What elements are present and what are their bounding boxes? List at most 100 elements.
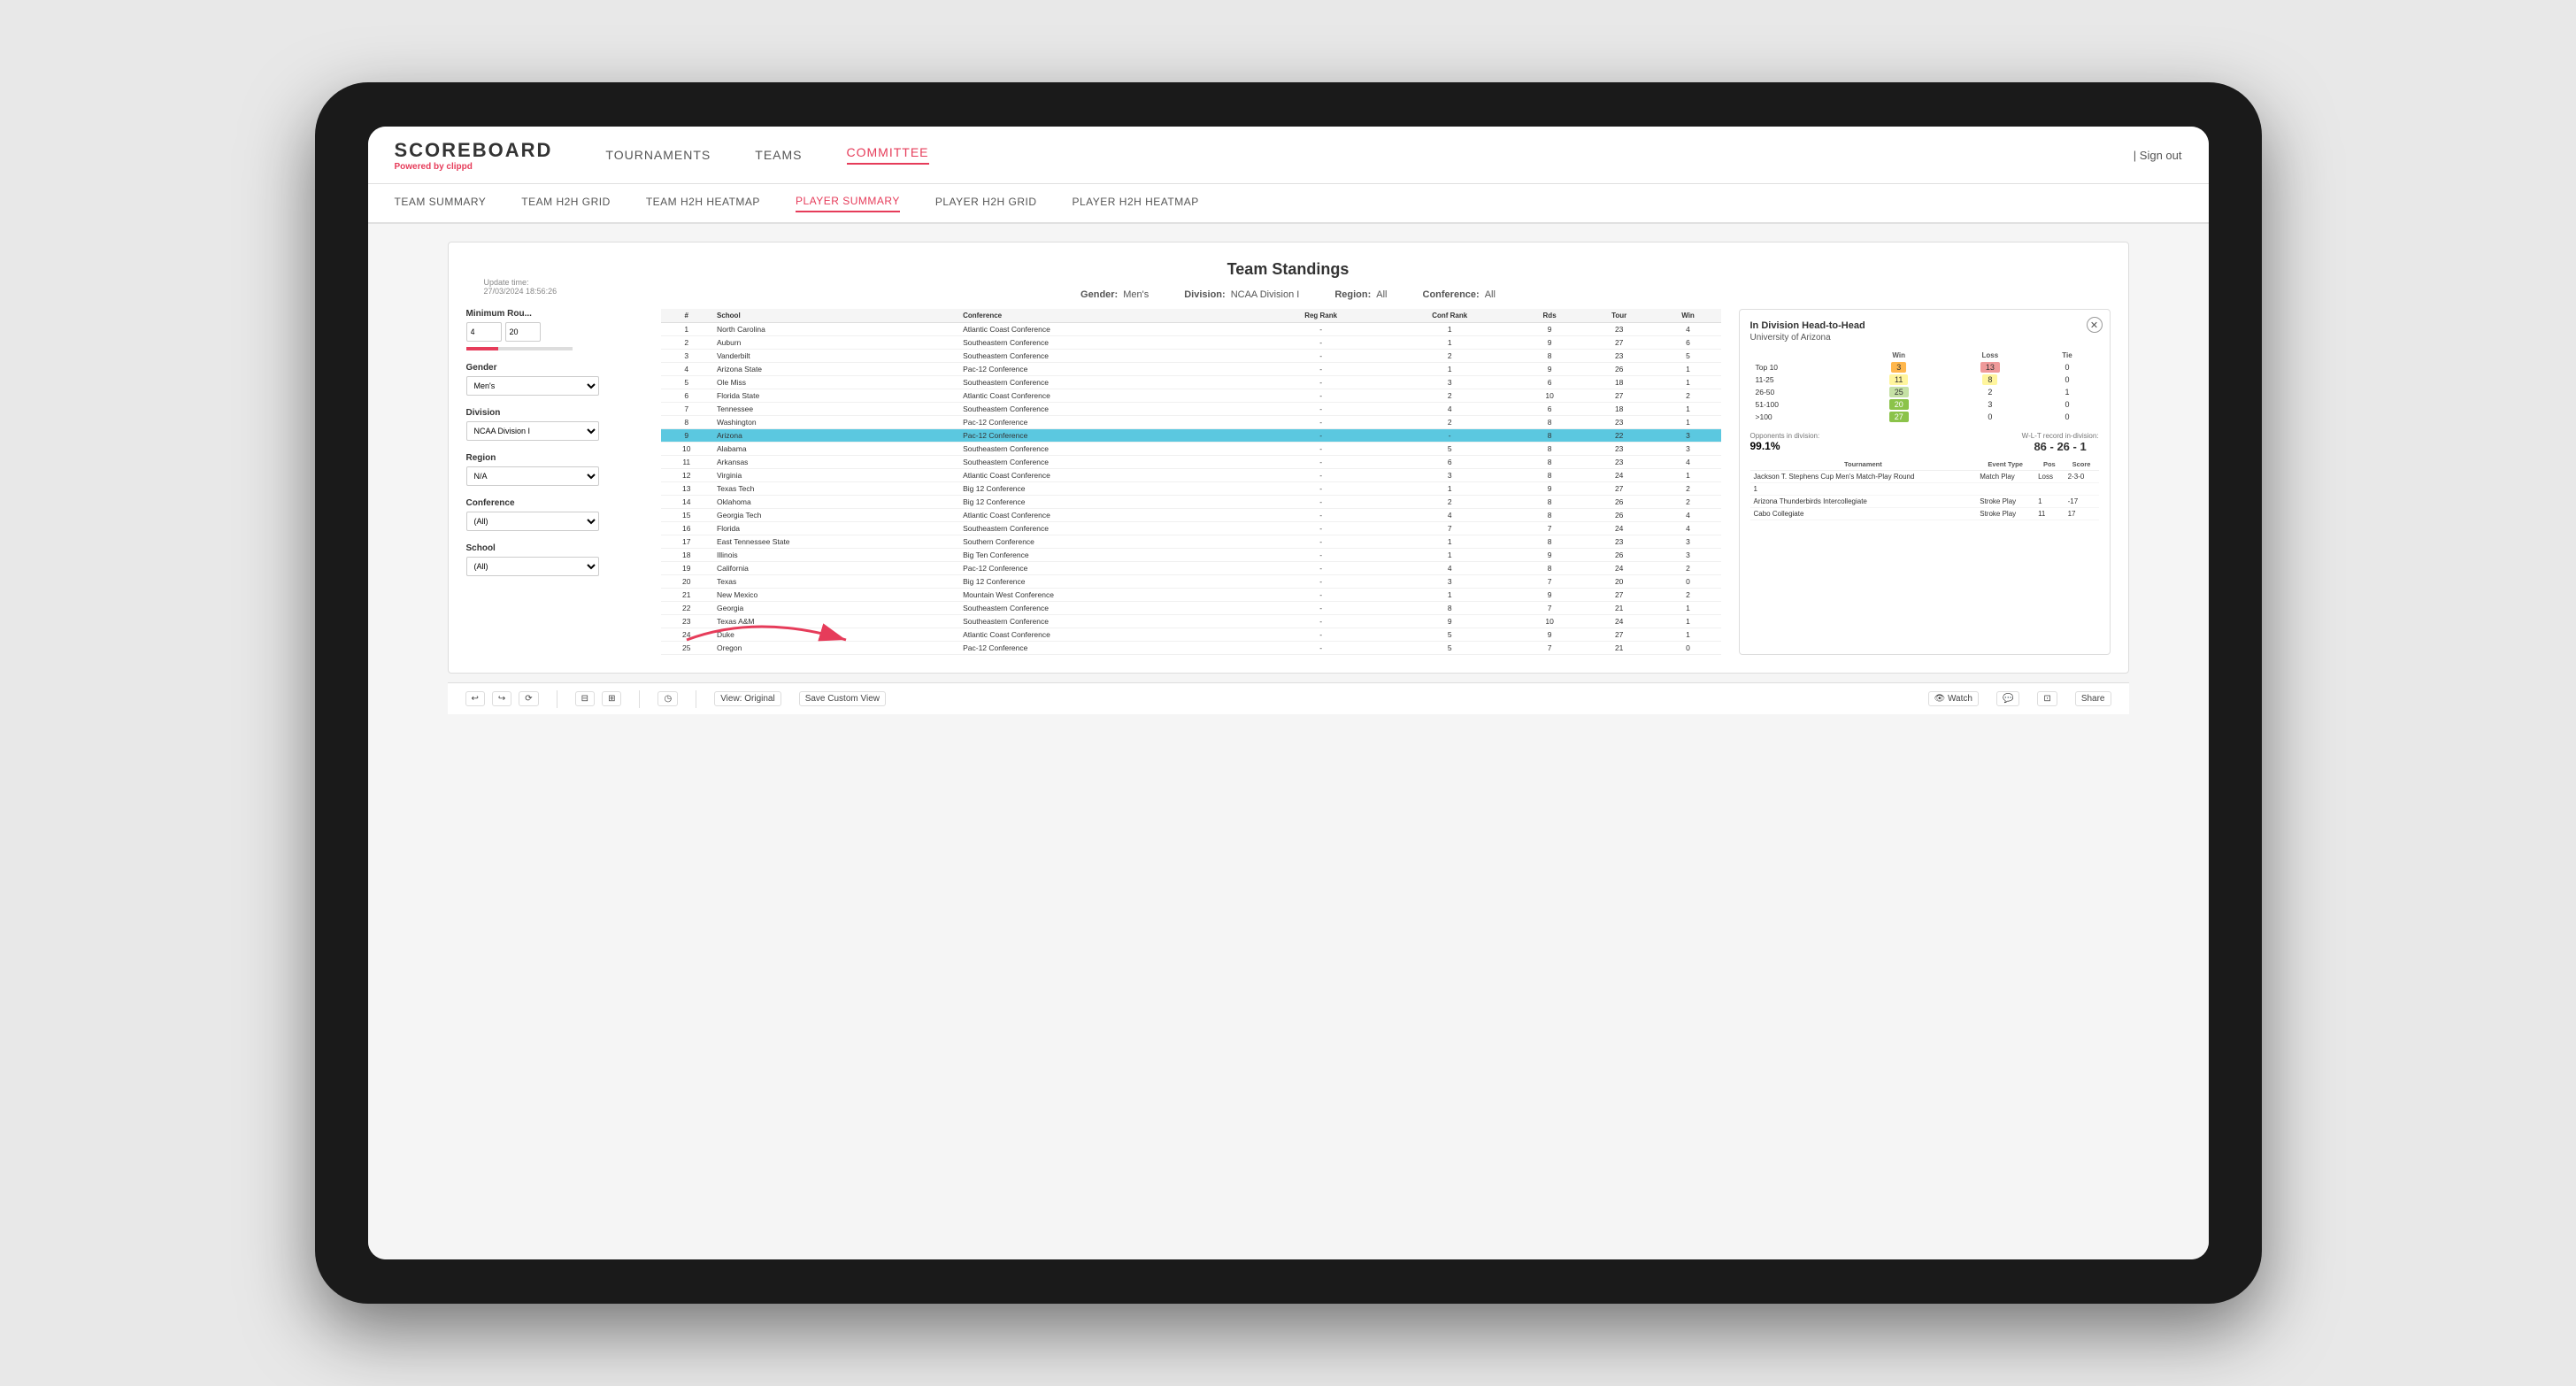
min-rounds-input-group: [466, 322, 643, 342]
min-rounds-input[interactable]: [466, 322, 502, 342]
table-row[interactable]: 2 Auburn Southeastern Conference - 1 9 2…: [661, 336, 1721, 350]
table-row[interactable]: 19 California Pac-12 Conference - 4 8 24…: [661, 562, 1721, 575]
cell-conf-rank: 2: [1383, 350, 1516, 363]
toolbar-share[interactable]: Share: [2075, 691, 2111, 706]
tournament-name: Jackson T. Stephens Cup Men's Match-Play…: [1750, 471, 1977, 483]
sub-nav: TEAM SUMMARY TEAM H2H GRID TEAM H2H HEAT…: [368, 184, 2209, 224]
table-row[interactable]: 7 Tennessee Southeastern Conference - 4 …: [661, 403, 1721, 416]
tournament-row: Cabo Collegiate Stroke Play 11 17: [1750, 508, 2099, 520]
h2h-tie-cell: 0: [2035, 398, 2098, 411]
subnav-team-h2h-heatmap[interactable]: TEAM H2H HEATMAP: [646, 196, 760, 212]
table-row[interactable]: 22 Georgia Southeastern Conference - 8 7…: [661, 602, 1721, 615]
cell-conference: Southeastern Conference: [958, 456, 1258, 469]
table-row[interactable]: 15 Georgia Tech Atlantic Coast Conferenc…: [661, 509, 1721, 522]
table-row[interactable]: 20 Texas Big 12 Conference - 3 7 20 0: [661, 575, 1721, 589]
region-filter: Region: All: [1334, 289, 1387, 300]
tournament-name: Cabo Collegiate: [1750, 508, 1977, 520]
toolbar-watch[interactable]: 👁 Watch: [1928, 691, 1979, 706]
nav-tournaments[interactable]: TOURNAMENTS: [605, 148, 711, 162]
subnav-team-summary[interactable]: TEAM SUMMARY: [395, 196, 487, 212]
table-row[interactable]: 3 Vanderbilt Southeastern Conference - 2…: [661, 350, 1721, 363]
table-row[interactable]: 8 Washington Pac-12 Conference - 2 8 23 …: [661, 416, 1721, 429]
h2h-win-cell: 20: [1853, 398, 1944, 411]
table-row[interactable]: 4 Arizona State Pac-12 Conference - 1 9 …: [661, 363, 1721, 376]
col-reg-rank: Reg Rank: [1258, 309, 1383, 323]
h2h-close-button[interactable]: ✕: [2087, 317, 2103, 333]
tournament-name: 1: [1750, 483, 1977, 496]
toolbar-redo[interactable]: ↪: [492, 691, 511, 706]
subnav-player-summary[interactable]: PLAYER SUMMARY: [796, 195, 900, 212]
cell-school: Duke: [712, 628, 958, 642]
table-row[interactable]: 21 New Mexico Mountain West Conference -…: [661, 589, 1721, 602]
cell-num: 14: [661, 496, 713, 509]
cell-num: 7: [661, 403, 713, 416]
school-select[interactable]: (All): [466, 557, 599, 576]
subnav-player-h2h-grid[interactable]: PLAYER H2H GRID: [935, 196, 1037, 212]
toolbar-refresh[interactable]: ⟳: [519, 691, 538, 706]
table-row[interactable]: 10 Alabama Southeastern Conference - 5 8…: [661, 443, 1721, 456]
cell-conference: Southeastern Conference: [958, 615, 1258, 628]
cell-rds: 8: [1516, 456, 1583, 469]
toolbar-save-custom[interactable]: Save Custom View: [799, 691, 886, 706]
cell-num: 22: [661, 602, 713, 615]
col-event-type: Event Type: [1976, 458, 2034, 471]
table-row[interactable]: 17 East Tennessee State Southern Confere…: [661, 535, 1721, 549]
table-row[interactable]: 9 Arizona Pac-12 Conference - - 8 22 3: [661, 429, 1721, 443]
sign-out-button[interactable]: | Sign out: [2134, 149, 2182, 162]
cell-rds: 8: [1516, 443, 1583, 456]
toolbar-zoom-out[interactable]: ⊟: [575, 691, 595, 706]
table-row[interactable]: 24 Duke Atlantic Coast Conference - 5 9 …: [661, 628, 1721, 642]
cell-rds: 9: [1516, 323, 1583, 336]
h2h-tie-cell: 1: [2035, 386, 2098, 398]
subnav-team-h2h-grid[interactable]: TEAM H2H GRID: [521, 196, 611, 212]
cell-reg-rank: -: [1258, 416, 1383, 429]
update-time: Update time: 27/03/2024 18:56:26: [484, 278, 557, 296]
conference-select[interactable]: (All): [466, 512, 599, 531]
cell-conf-rank: -: [1383, 429, 1516, 443]
table-row[interactable]: 11 Arkansas Southeastern Conference - 6 …: [661, 456, 1721, 469]
cell-reg-rank: -: [1258, 376, 1383, 389]
toolbar-comment[interactable]: 💬: [1996, 691, 2019, 706]
table-row[interactable]: 14 Oklahoma Big 12 Conference - 2 8 26 2: [661, 496, 1721, 509]
toolbar-undo[interactable]: ↩: [465, 691, 485, 706]
min-rounds-filter: Minimum Rou...: [466, 309, 643, 350]
table-row[interactable]: 13 Texas Tech Big 12 Conference - 1 9 27…: [661, 482, 1721, 496]
min-rounds-slider[interactable]: [466, 347, 573, 350]
toolbar-view-original[interactable]: View: Original: [714, 691, 781, 706]
table-row[interactable]: 6 Florida State Atlantic Coast Conferenc…: [661, 389, 1721, 403]
table-row[interactable]: 23 Texas A&M Southeastern Conference - 9…: [661, 615, 1721, 628]
cell-school: Georgia Tech: [712, 509, 958, 522]
table-row[interactable]: 18 Illinois Big Ten Conference - 1 9 26 …: [661, 549, 1721, 562]
cell-rds: 8: [1516, 469, 1583, 482]
cell-tour: 27: [1583, 336, 1656, 350]
gender-select-section: Gender Men's: [466, 363, 643, 396]
cell-conf-rank: 1: [1383, 323, 1516, 336]
toolbar-zoom-in[interactable]: ⊞: [602, 691, 621, 706]
table-row[interactable]: 25 Oregon Pac-12 Conference - 5 7 21 0: [661, 642, 1721, 655]
gender-select[interactable]: Men's: [466, 376, 599, 396]
tournament-row: Arizona Thunderbirds Intercollegiate Str…: [1750, 496, 2099, 508]
cell-tour: 23: [1583, 535, 1656, 549]
tablet-screen: SCOREBOARD Powered by clippd TOURNAMENTS…: [368, 127, 2209, 1259]
nav-teams[interactable]: TEAMS: [755, 148, 802, 162]
table-row[interactable]: 5 Ole Miss Southeastern Conference - 3 6…: [661, 376, 1721, 389]
toolbar-grid[interactable]: ⊡: [2037, 691, 2057, 706]
cell-reg-rank: -: [1258, 589, 1383, 602]
gender-filter: Gender: Men's: [1080, 289, 1149, 300]
table-row[interactable]: 1 North Carolina Atlantic Coast Conferen…: [661, 323, 1721, 336]
toolbar-clock[interactable]: ◷: [657, 691, 678, 706]
region-select[interactable]: N/A: [466, 466, 599, 486]
nav-committee[interactable]: COMMITTEE: [847, 145, 929, 165]
min-rounds-max-input[interactable]: [505, 322, 541, 342]
cell-reg-rank: -: [1258, 628, 1383, 642]
table-row[interactable]: 16 Florida Southeastern Conference - 7 7…: [661, 522, 1721, 535]
cell-tour: 26: [1583, 496, 1656, 509]
h2h-title: In Division Head-to-Head: [1750, 320, 2099, 331]
subnav-player-h2h-heatmap[interactable]: PLAYER H2H HEATMAP: [1073, 196, 1199, 212]
division-select[interactable]: NCAA Division I: [466, 421, 599, 441]
col-pos: Pos: [2034, 458, 2065, 471]
cell-school: Arizona State: [712, 363, 958, 376]
cell-school: Alabama: [712, 443, 958, 456]
table-row[interactable]: 12 Virginia Atlantic Coast Conference - …: [661, 469, 1721, 482]
h2h-row: 11-25 11 8 0: [1750, 373, 2099, 386]
